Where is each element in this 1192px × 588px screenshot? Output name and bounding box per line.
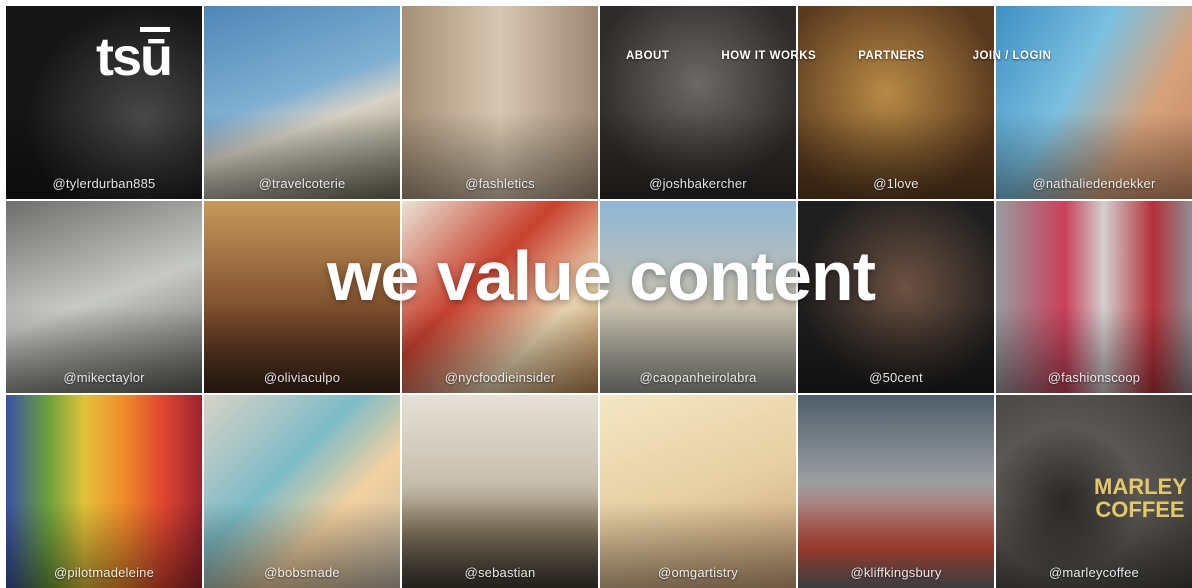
tile-handle: @50cent xyxy=(869,370,923,386)
tile-handle: @nathaliedendekker xyxy=(1032,175,1156,191)
photo-tile[interactable]: @kliffkingsbury xyxy=(798,395,994,588)
nav-partners-link[interactable]: PARTNERS xyxy=(858,50,924,62)
tile-handle: @travelcoterie xyxy=(258,175,346,191)
tile-handle: @omgartistry xyxy=(658,565,738,580)
tile-handle: @kliffkingsbury xyxy=(850,565,942,580)
nav-how-it-works-link[interactable]: HOW IT WORKS xyxy=(721,50,816,62)
tile-shade xyxy=(996,6,1192,199)
photo-tile[interactable]: @pilotmadeleine xyxy=(6,395,202,588)
tile-shade xyxy=(204,6,400,199)
nav-about-link[interactable]: ABOUT xyxy=(626,50,669,62)
tile-shade xyxy=(798,6,994,199)
tile-handle: @caopanheirolabra xyxy=(639,370,757,386)
tile-handle: @joshbakercher xyxy=(649,175,747,191)
photo-tile[interactable]: @omgartistry xyxy=(600,395,796,588)
nav-join-login-link[interactable]: JOIN / LOGIN xyxy=(973,50,1052,62)
photo-tile[interactable]: @nathaliedendekker xyxy=(996,6,1192,199)
photo-tile[interactable]: @joshbakercher xyxy=(600,6,796,199)
tile-shade xyxy=(402,395,598,588)
photo-tile[interactable]: @1love xyxy=(798,6,994,199)
photo-tile[interactable]: @travelcoterie xyxy=(204,6,400,199)
tile-handle: @nycfoodieinsider xyxy=(444,370,556,386)
tile-handle: @fashletics xyxy=(465,175,535,191)
tile-shade xyxy=(402,6,598,199)
tile-handle: @oliviaculpo xyxy=(263,370,341,386)
top-nav: ABOUT HOW IT WORKS PARTNERS JOIN / LOGIN xyxy=(626,50,1051,62)
marley-coffee-logo: MARLEY COFFEE xyxy=(1094,474,1187,523)
tile-shade xyxy=(6,395,202,588)
tile-shade xyxy=(600,395,796,588)
tile-handle: @bobsmade xyxy=(264,565,340,580)
tile-shade xyxy=(600,6,796,199)
tile-handle: @pilotmadeleine xyxy=(53,565,155,580)
tile-handle: @sebastian xyxy=(464,565,536,580)
tile-handle: @mikectaylor xyxy=(63,370,145,386)
tile-shade xyxy=(798,395,994,588)
photo-tile[interactable]: @sebastian xyxy=(402,395,598,588)
photo-tile[interactable]: @bobsmade xyxy=(204,395,400,588)
photo-tile[interactable]: @fashletics xyxy=(402,6,598,199)
tile-handle: @marleycoffee xyxy=(1049,565,1139,580)
hero-headline: we value content xyxy=(326,237,876,315)
photo-tile[interactable]: @marleycoffee MARLEY COFFEE xyxy=(996,395,1192,588)
tile-handle: @tylerdurban885 xyxy=(52,175,156,191)
tile-handle: @fashionscoop xyxy=(1047,370,1141,386)
tile-shade xyxy=(204,395,400,588)
tsu-logo[interactable]: tsū xyxy=(96,30,173,84)
tile-handle: @1love xyxy=(873,175,919,191)
